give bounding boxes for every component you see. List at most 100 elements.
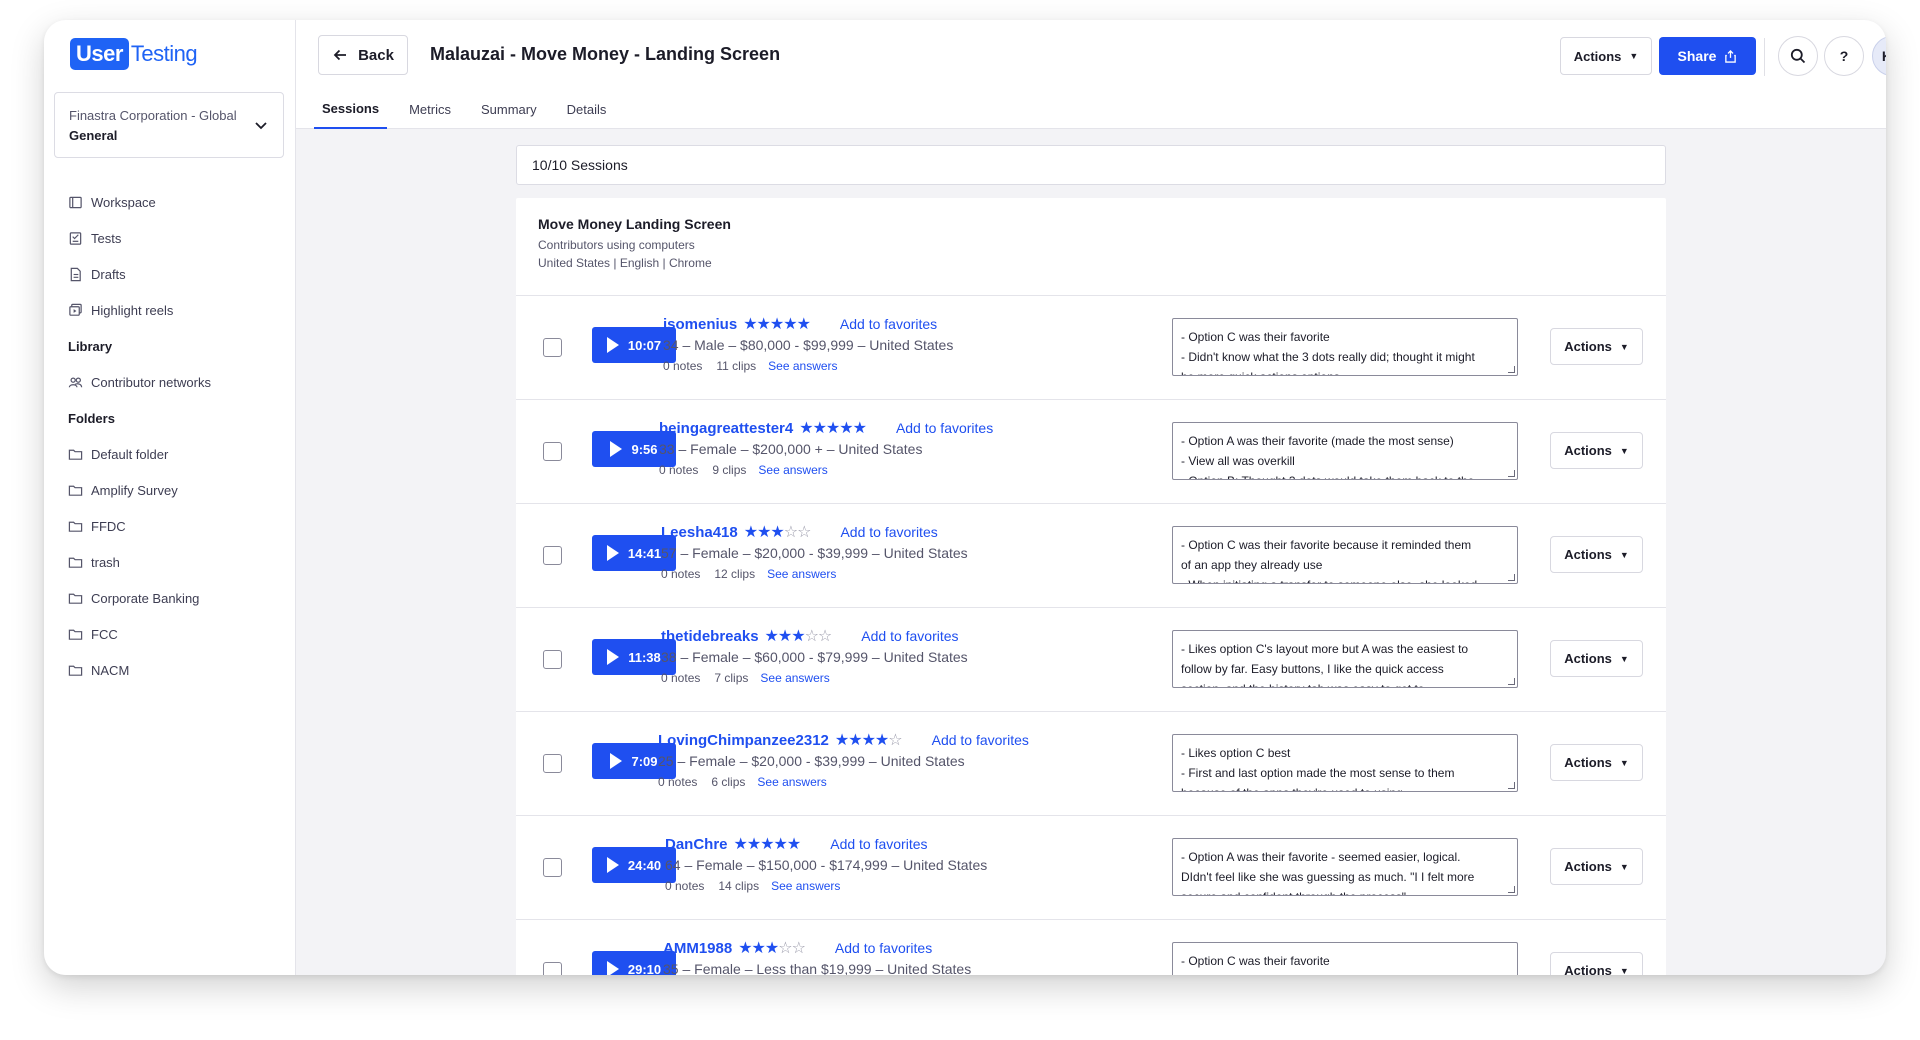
resize-handle-icon[interactable] — [1508, 782, 1515, 789]
add-to-favorites-link[interactable]: Add to favorites — [835, 940, 932, 956]
see-answers-link[interactable]: See answers — [757, 775, 826, 789]
contributor-username[interactable]: AMM1988 — [663, 940, 732, 957]
notes-count: 0 notes — [661, 671, 701, 685]
session-checkbox[interactable] — [543, 338, 562, 357]
logo-box: User — [70, 38, 129, 70]
folder-label: Default folder — [91, 446, 169, 462]
usertesting-logo[interactable]: User Testing — [70, 38, 198, 70]
folder-icon — [68, 629, 83, 640]
session-checkbox[interactable] — [543, 858, 562, 877]
play-icon — [607, 649, 620, 665]
session-row: 29:10 AMM1988 ★★★☆☆ Add to favorites 35 … — [516, 920, 1666, 975]
see-answers-link[interactable]: See answers — [768, 359, 837, 373]
session-notes-field[interactable]: - Option C was their favorite - Didn't kn… — [1172, 318, 1518, 376]
contributor-username[interactable]: DanChre — [665, 836, 728, 853]
add-to-favorites-link[interactable]: Add to favorites — [830, 836, 927, 852]
add-to-favorites-link[interactable]: Add to favorites — [896, 420, 993, 436]
session-actions-dropdown[interactable]: Actions ▼ — [1550, 536, 1643, 573]
contributor-username[interactable]: thetidebreaks — [661, 628, 759, 645]
resize-handle-icon[interactable] — [1508, 678, 1515, 685]
play-video-button[interactable]: 24:40 — [592, 847, 676, 883]
session-checkbox[interactable] — [543, 962, 562, 975]
add-to-favorites-link[interactable]: Add to favorites — [840, 524, 937, 540]
session-notes-field[interactable]: - Option C was their favorite because it… — [1172, 526, 1518, 584]
study-title: Move Money Landing Screen — [538, 216, 731, 232]
session-notes-field[interactable]: - Option A was their favorite (made the … — [1172, 422, 1518, 480]
session-actions-dropdown[interactable]: Actions ▼ — [1550, 952, 1643, 975]
header-actions-dropdown[interactable]: Actions ▼ — [1560, 37, 1652, 75]
search-button[interactable] — [1778, 36, 1818, 76]
share-button[interactable]: Share — [1659, 37, 1756, 75]
sidebar-item-drafts[interactable]: Drafts — [68, 256, 278, 292]
session-actions-dropdown[interactable]: Actions ▼ — [1550, 848, 1643, 885]
workspace-selector[interactable]: Finastra Corporation - Global General — [54, 92, 284, 158]
session-notes-field[interactable]: - Likes option C's layout more but A was… — [1172, 630, 1518, 688]
session-notes-field[interactable]: - Option A was their favorite - seemed e… — [1172, 838, 1518, 896]
session-list: 10:07 isomenius ★★★★★ Add to favorites 3… — [516, 296, 1666, 975]
resize-handle-icon[interactable] — [1508, 574, 1515, 581]
study-details: United States | English | Chrome — [538, 256, 712, 270]
sidebar-item-highlight-reels[interactable]: Highlight reels — [68, 292, 278, 328]
note-line: follow by far. Easy buttons, I like the … — [1181, 662, 1444, 676]
notes-count: 0 notes — [663, 359, 703, 373]
back-button[interactable]: Back — [318, 35, 408, 75]
sessions-count: 10/10 Sessions — [532, 157, 628, 173]
play-icon — [606, 961, 619, 975]
drafts-icon — [70, 267, 81, 281]
help-button[interactable]: ? — [1824, 36, 1864, 76]
folder-item[interactable]: FCC — [68, 616, 278, 652]
session-actions-dropdown[interactable]: Actions ▼ — [1550, 640, 1643, 677]
session-actions-dropdown[interactable]: Actions ▼ — [1550, 328, 1643, 365]
arrow-left-icon — [333, 49, 347, 61]
avatar[interactable]: KR — [1872, 36, 1886, 76]
session-checkbox[interactable] — [543, 546, 562, 565]
folder-item[interactable]: trash — [68, 544, 278, 580]
session-notes-field[interactable]: - Likes option C best - First and last op… — [1172, 734, 1518, 792]
tab-summary[interactable]: Summary — [473, 90, 545, 129]
add-to-favorites-link[interactable]: Add to favorites — [840, 316, 937, 332]
contributor-demographics: 38 – Female – $60,000 - $79,999 – United… — [661, 649, 968, 665]
sidebar-item-tests[interactable]: Tests — [68, 220, 278, 256]
contributor-username[interactable]: beingagreattester4 — [659, 420, 793, 437]
sidebar-item-contributor-networks[interactable]: Contributor networks — [68, 364, 278, 400]
folder-item[interactable]: Amplify Survey — [68, 472, 278, 508]
folder-icon — [68, 593, 83, 604]
resize-handle-icon[interactable] — [1508, 886, 1515, 893]
see-answers-link[interactable]: See answers — [767, 567, 836, 581]
contributor-username[interactable]: Leesha418 — [661, 524, 738, 541]
rating-stars-icon: ★★★★★ — [733, 836, 802, 853]
sidebar-item-label: Highlight reels — [91, 302, 174, 318]
resize-handle-icon[interactable] — [1508, 470, 1515, 477]
session-checkbox[interactable] — [543, 650, 562, 669]
tab-metrics[interactable]: Metrics — [401, 90, 459, 129]
see-answers-link[interactable]: See answers — [760, 671, 829, 685]
session-actions-dropdown[interactable]: Actions ▼ — [1550, 744, 1643, 781]
session-checkbox[interactable] — [543, 442, 562, 461]
workspace-name: General — [69, 128, 118, 143]
see-answers-link[interactable]: See answers — [758, 463, 827, 477]
header-divider — [1764, 38, 1765, 76]
add-to-favorites-link[interactable]: Add to favorites — [861, 628, 958, 644]
add-to-favorites-link[interactable]: Add to favorites — [932, 732, 1029, 748]
session-notes-field[interactable]: - Option C was their favorite — [1172, 942, 1518, 975]
contributor-username[interactable]: LovingChimpanzee2312 — [658, 732, 829, 749]
folder-label: trash — [91, 554, 120, 570]
session-duration: 24:40 — [627, 857, 662, 873]
see-answers-link[interactable]: See answers — [771, 879, 840, 893]
folder-item[interactable]: FFDC — [68, 508, 278, 544]
tab-sessions[interactable]: Sessions — [314, 90, 388, 129]
resize-handle-icon[interactable] — [1508, 366, 1515, 373]
sidebar-item-workspace[interactable]: Workspace — [68, 184, 278, 220]
folder-label: NACM — [91, 662, 130, 678]
session-checkbox[interactable] — [543, 754, 562, 773]
folder-item[interactable]: Corporate Banking — [68, 580, 278, 616]
page-title: Malauzai - Move Money - Landing Screen — [430, 44, 781, 64]
contributor-username[interactable]: isomenius — [663, 316, 737, 333]
session-info: isomenius ★★★★★ Add to favorites 34 – Ma… — [663, 314, 954, 374]
tab-details[interactable]: Details — [559, 90, 615, 129]
actions-label: Actions — [1564, 339, 1612, 354]
session-actions-dropdown[interactable]: Actions ▼ — [1550, 432, 1643, 469]
folder-item[interactable]: Default folder — [68, 436, 278, 472]
contributor-demographics: 34 – Male – $80,000 - $99,999 – United S… — [663, 337, 954, 353]
folder-item[interactable]: NACM — [68, 652, 278, 688]
